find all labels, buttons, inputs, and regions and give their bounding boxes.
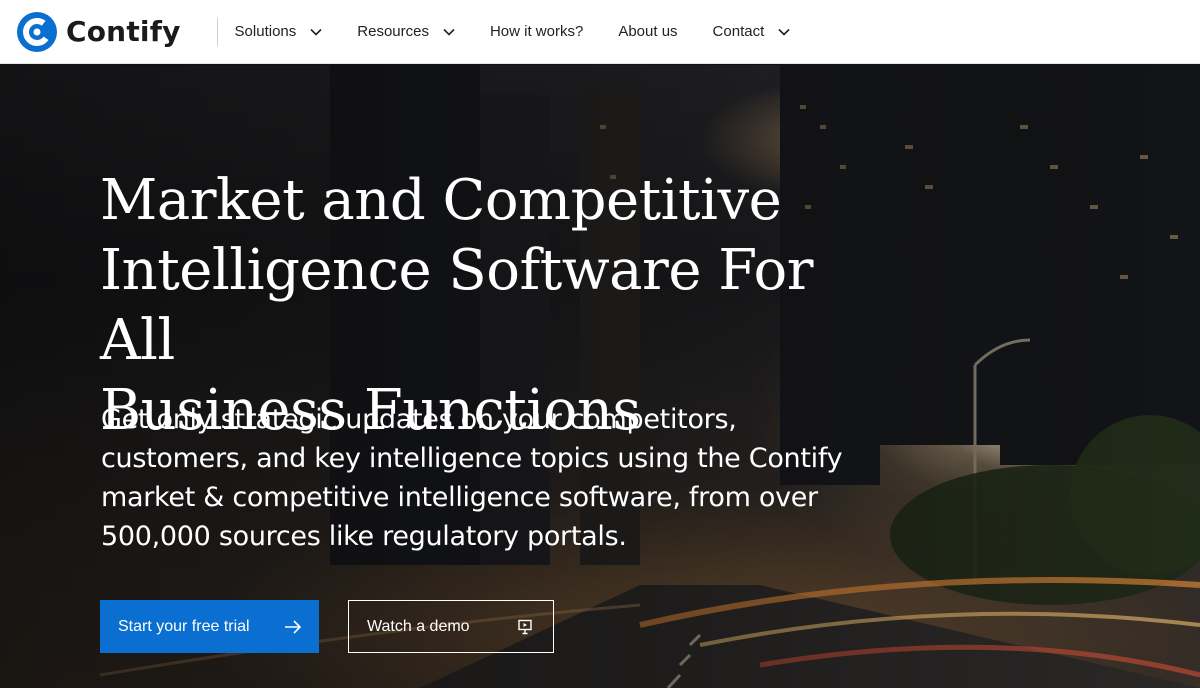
contify-logo-icon <box>17 11 57 52</box>
start-free-trial-button[interactable]: Start your free trial <box>100 600 319 653</box>
nav-item-label: How it works? <box>489 23 584 40</box>
site-header: Contify Solutions Resources How it works… <box>0 0 1200 64</box>
brand-logo[interactable]: Contify <box>17 0 181 64</box>
hero-title-line: Intelligence Software For All <box>100 238 814 373</box>
nav-item-resources[interactable]: Resources <box>357 23 455 40</box>
hero-section: Market and Competitive Intelligence Soft… <box>0 65 1200 688</box>
nav-item-label: Contact <box>712 23 765 40</box>
nav-item-label: Solutions <box>234 23 297 40</box>
arrow-right-icon <box>285 619 302 634</box>
chevron-down-icon <box>778 28 790 36</box>
nav-item-about-us[interactable]: About us <box>618 23 677 40</box>
nav-item-label: Resources <box>357 23 429 40</box>
hero-subtitle: Get only strategic updates on your compe… <box>101 400 871 556</box>
main-nav: Solutions Resources How it works? About … <box>235 0 826 64</box>
hero-subtitle-line: market & competitive intelligence softwa… <box>101 482 818 513</box>
start-free-trial-label: Start your free trial <box>118 617 250 635</box>
chevron-down-icon <box>443 28 455 36</box>
nav-item-solutions[interactable]: Solutions <box>235 23 323 40</box>
hero-subtitle-line: 500,000 sources like regulatory portals. <box>101 521 627 552</box>
watch-demo-button[interactable]: Watch a demo <box>348 600 554 653</box>
nav-item-contact[interactable]: Contact <box>713 23 791 40</box>
chevron-down-icon <box>310 28 322 36</box>
brand-name: Contify <box>66 15 181 48</box>
watch-demo-label: Watch a demo <box>367 617 470 635</box>
hero-subtitle-line: customers, and key intelligence topics u… <box>101 443 843 474</box>
hero-title-line: Market and Competitive <box>100 168 782 233</box>
nav-item-label: About us <box>618 23 678 40</box>
header-divider <box>216 17 218 46</box>
presentation-screen-icon <box>518 619 532 634</box>
hero-subtitle-line: Get only strategic updates on your compe… <box>101 404 737 435</box>
nav-item-how-it-works[interactable]: How it works? <box>490 23 583 40</box>
